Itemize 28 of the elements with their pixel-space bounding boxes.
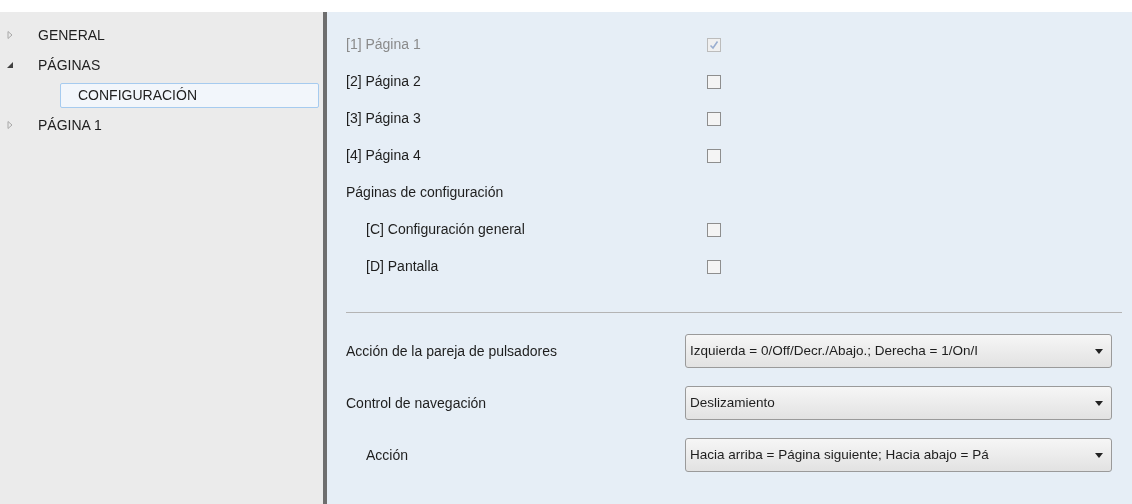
checkbox[interactable] bbox=[707, 74, 721, 89]
caret-icon bbox=[1095, 348, 1103, 354]
checkbox[interactable] bbox=[707, 148, 721, 163]
dropdown[interactable]: Deslizamiento bbox=[685, 386, 1112, 420]
checkbox[interactable] bbox=[707, 259, 721, 274]
dropdown[interactable]: Hacia arriba = Página siguiente; Hacia abajo = Pá bbox=[685, 438, 1112, 472]
field-label: Acción bbox=[365, 445, 410, 465]
section-heading: Páginas de configuración bbox=[346, 183, 504, 202]
field-label: Acción de la pareja de pulsadores bbox=[346, 341, 558, 361]
option-label: [2] Página 2 bbox=[346, 72, 422, 91]
option-label: [1] Página 1 bbox=[346, 35, 422, 54]
tree-item[interactable]: GENERAL bbox=[38, 24, 105, 46]
option-label: [D] Pantalla bbox=[366, 257, 440, 276]
expand-triangle-icon[interactable] bbox=[6, 121, 14, 129]
checkbox[interactable] bbox=[707, 111, 721, 126]
tree-item[interactable]: PÁGINAS bbox=[38, 54, 101, 76]
expand-triangle-icon[interactable] bbox=[6, 31, 14, 39]
option-label: [3] Página 3 bbox=[346, 109, 422, 128]
dropdown[interactable]: Izquierda = 0/Off/Decr./Abajo.; Derecha = 1/On/I bbox=[685, 334, 1112, 368]
checkbox[interactable] bbox=[707, 222, 721, 237]
tree-item[interactable]: CONFIGURACIÓN bbox=[60, 82, 319, 108]
caret-icon bbox=[1095, 400, 1103, 406]
option-label: [C] Configuración general bbox=[366, 220, 526, 239]
caret-icon bbox=[1095, 452, 1103, 458]
collapse-triangle-icon[interactable] bbox=[6, 61, 14, 69]
field-label: Control de navegación bbox=[346, 393, 488, 413]
option-label: [4] Página 4 bbox=[346, 146, 422, 165]
tree-item[interactable]: PÁGINA 1 bbox=[38, 114, 102, 136]
